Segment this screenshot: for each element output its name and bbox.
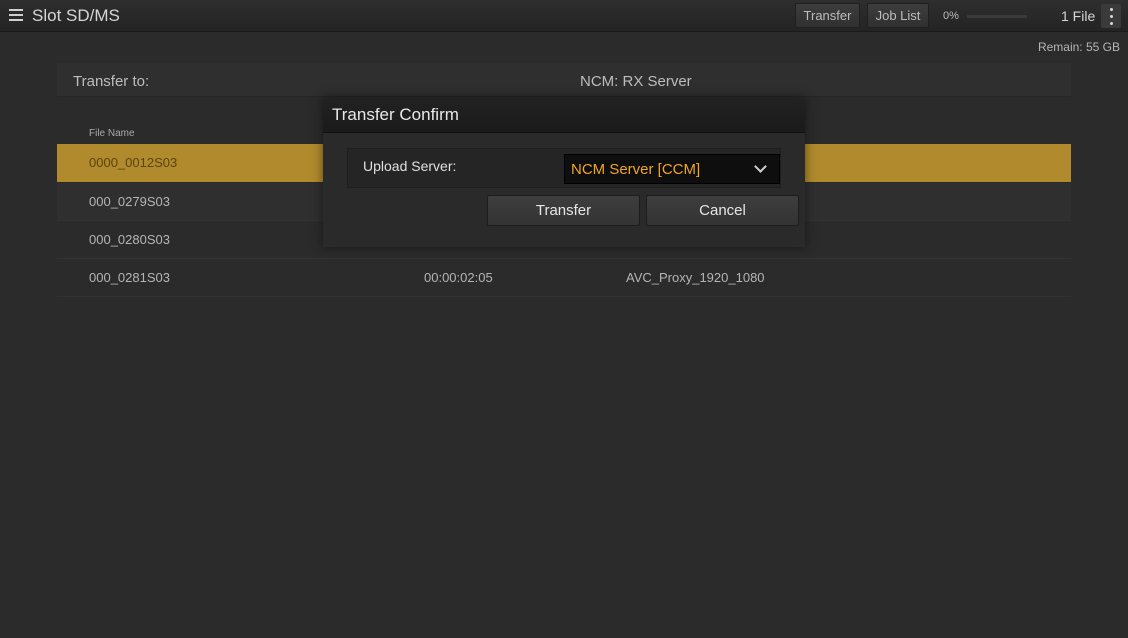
upload-server-value: NCM Server [CCM] — [571, 161, 701, 178]
file-count: 1 File — [1061, 8, 1096, 24]
upload-server-row: Upload Server: NCM Server [CCM] — [347, 148, 781, 188]
column-header-file-name: File Name — [89, 128, 135, 139]
dialog-title: Transfer Confirm — [332, 105, 459, 124]
upload-server-label: Upload Server: — [363, 158, 457, 174]
transfer-button[interactable]: Transfer — [795, 3, 860, 28]
page-title: Slot SD/MS — [32, 6, 120, 25]
progress-percent: 0% — [943, 10, 959, 22]
transfer-destination-bar: Transfer to: NCM: RX Server — [57, 63, 1071, 97]
file-name: 000_0281S03 — [89, 270, 170, 285]
confirm-transfer-button[interactable]: Transfer — [487, 195, 640, 226]
file-name: 0000_0012S03 — [89, 155, 178, 170]
cancel-button[interactable]: Cancel — [646, 195, 799, 226]
dialog-title-bar: Transfer Confirm — [323, 97, 805, 133]
top-bar: Slot SD/MS Transfer Job List 0% 1 File — [0, 0, 1128, 32]
vertical-dots-icon[interactable] — [1101, 4, 1121, 28]
file-name: 000_0280S03 — [89, 232, 170, 247]
upload-server-select[interactable]: NCM Server [CCM] — [564, 154, 780, 184]
progress-bar — [967, 15, 1027, 18]
file-duration: 00:00:02:05 — [424, 270, 493, 285]
chevron-down-icon — [754, 160, 767, 173]
transfer-to-value: NCM: RX Server — [580, 73, 692, 90]
job-list-button[interactable]: Job List — [867, 3, 929, 28]
table-row[interactable]: 000_0281S03 00:00:02:05 AVC_Proxy_1920_1… — [57, 259, 1071, 297]
hamburger-menu-icon[interactable] — [9, 9, 23, 23]
remaining-capacity: Remain: 55 GB — [1037, 40, 1120, 54]
file-name: 000_0279S03 — [89, 194, 170, 209]
transfer-confirm-dialog: Transfer Confirm Upload Server: NCM Serv… — [323, 97, 805, 247]
transfer-to-label: Transfer to: — [73, 73, 150, 90]
file-format: AVC_Proxy_1920_1080 — [626, 270, 765, 285]
